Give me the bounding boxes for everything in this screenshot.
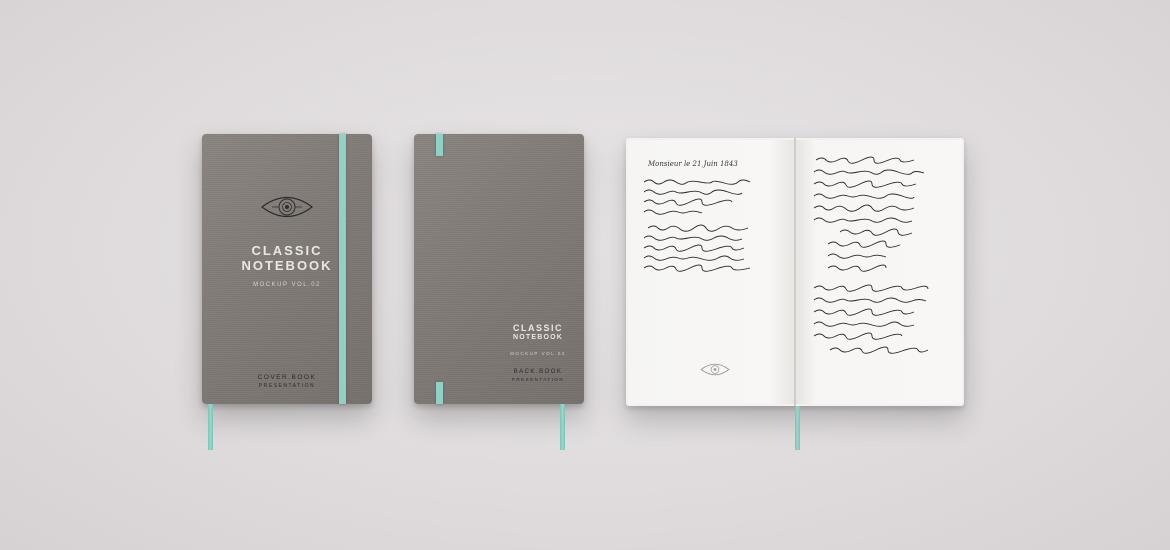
back-footer-line1: BACK.BOOK	[513, 369, 563, 375]
right-page	[796, 140, 962, 404]
eye-emblem-icon	[261, 196, 313, 218]
elastic-band-top	[436, 134, 443, 156]
front-subtitle: MOCKUP VOL.02	[253, 282, 321, 288]
ribbon-bookmark	[560, 404, 565, 450]
front-title-line1: CLASSIC	[251, 243, 323, 258]
back-notebook-cover: CLASSIC NOTEBOOK MOCKUP VOL.02 BACK.BOOK…	[414, 134, 584, 450]
back-title-line2: NOTEBOOK	[512, 334, 564, 341]
handwriting-block-right	[813, 156, 929, 354]
front-title-line2: NOTEBOOK	[241, 258, 333, 273]
front-footer-line2: PRESENTATION	[258, 383, 316, 389]
elastic-band	[339, 134, 346, 404]
ribbon-bookmark	[208, 404, 213, 450]
handwriting-block-left	[643, 179, 751, 272]
ribbon-bookmark	[795, 406, 800, 450]
left-page-heading: Monsieur le 21 Juin 1843	[648, 160, 738, 168]
eye-emblem-icon	[700, 363, 730, 376]
front-notebook-cover: CLASSIC NOTEBOOK MOCKUP VOL.02 COVER.BOO…	[202, 134, 372, 450]
left-page: Monsieur le 21 Juin 1843	[628, 140, 794, 404]
notebook-gutter	[794, 138, 796, 406]
front-footer-line1: COVER.BOOK	[257, 374, 317, 381]
open-notebook: Monsieur le 21 Juin 1843	[626, 138, 964, 450]
back-footer-line2: PRESENTATION	[511, 377, 565, 382]
back-title-line1: CLASSIC	[512, 323, 563, 333]
back-subtitle: MOCKUP VOL.02	[510, 351, 566, 356]
elastic-band-bottom	[436, 382, 443, 404]
